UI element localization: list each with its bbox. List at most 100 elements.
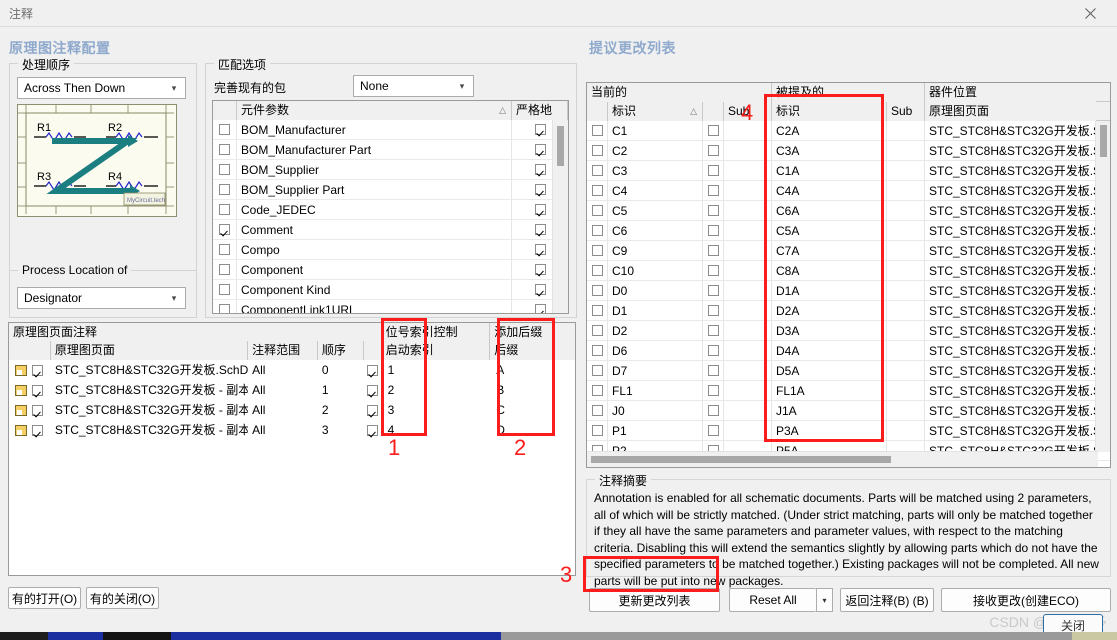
match-param-enable-cell[interactable] xyxy=(213,199,237,220)
change-prop-checkbox[interactable] xyxy=(707,185,719,196)
change-cur-checkbox-cell[interactable] xyxy=(587,361,607,381)
sheet-row[interactable]: STC_STC8H&STC32G开发板 - 副本 (2 All 1 2 B xyxy=(9,380,575,400)
change-cur-checkbox-cell[interactable] xyxy=(587,381,607,401)
change-prop-checkbox-cell[interactable] xyxy=(703,321,723,341)
change-row[interactable]: C6 C5A STC_STC8H&STC32G开发板.Sch xyxy=(587,220,1110,241)
change-prop-checkbox-cell[interactable] xyxy=(703,301,723,321)
match-param-checkbox[interactable] xyxy=(219,244,230,255)
match-grid-scrollbar[interactable] xyxy=(552,120,568,313)
sheet-index-checkbox-cell[interactable] xyxy=(364,380,382,400)
match-param-strict-checkbox[interactable] xyxy=(534,224,546,235)
sheet-index-checkbox[interactable] xyxy=(367,384,379,396)
match-param-checkbox[interactable] xyxy=(219,124,230,135)
match-param-checkbox[interactable] xyxy=(219,184,230,195)
change-prop-check-cell[interactable] xyxy=(703,160,724,181)
match-param-checkbox-cell[interactable] xyxy=(213,200,236,220)
change-row[interactable]: C4 C4A STC_STC8H&STC32G开发板.Sch xyxy=(587,180,1110,201)
change-cur-checkbox-cell[interactable] xyxy=(587,421,607,441)
sheet-index-enable-cell[interactable] xyxy=(364,380,382,400)
close-icon[interactable] xyxy=(1069,2,1111,24)
change-prop-checkbox[interactable] xyxy=(707,145,719,156)
sheet-index-checkbox[interactable] xyxy=(367,404,379,416)
change-cur-check-cell[interactable] xyxy=(587,420,608,441)
change-prop-checkbox-cell[interactable] xyxy=(703,141,723,161)
sheet-hdr-sheet[interactable]: 原理图页面 xyxy=(50,340,249,360)
change-prop-checkbox[interactable] xyxy=(707,225,719,236)
change-cur-checkbox[interactable] xyxy=(591,285,603,296)
refine-packages-combo[interactable]: None ▾ xyxy=(353,75,474,97)
change-cur-checkbox[interactable] xyxy=(591,385,603,396)
chevron-down-icon[interactable]: ▾ xyxy=(816,588,833,612)
sheet-hdr-order[interactable]: 顺序 xyxy=(317,340,364,360)
change-prop-check-cell[interactable] xyxy=(703,300,724,321)
match-param-checkbox[interactable] xyxy=(219,264,230,275)
change-prop-check-cell[interactable] xyxy=(703,200,724,221)
change-cur-checkbox[interactable] xyxy=(591,305,603,316)
change-prop-check-cell[interactable] xyxy=(703,380,724,401)
match-param-row[interactable]: Code_JEDEC xyxy=(213,199,568,220)
match-param-strict-checkbox[interactable] xyxy=(534,184,546,195)
match-param-row[interactable]: BOM_Supplier xyxy=(213,159,568,180)
change-prop-checkbox-cell[interactable] xyxy=(703,181,723,201)
change-cur-checkbox[interactable] xyxy=(591,185,603,196)
change-row[interactable]: C1 C2A STC_STC8H&STC32G开发板.Sch xyxy=(587,120,1110,141)
match-param-strict-checkbox[interactable] xyxy=(534,144,546,155)
match-param-checkbox[interactable] xyxy=(219,204,230,215)
change-cur-checkbox[interactable] xyxy=(591,425,603,436)
change-cur-checkbox-cell[interactable] xyxy=(587,301,607,321)
change-cur-check-cell[interactable] xyxy=(587,360,608,381)
change-prop-check-cell[interactable] xyxy=(703,400,724,421)
match-param-enable-cell[interactable] xyxy=(213,299,237,313)
change-cur-check-cell[interactable] xyxy=(587,120,608,141)
change-prop-checkbox[interactable] xyxy=(707,325,719,336)
match-param-row[interactable]: Comment xyxy=(213,219,568,240)
match-param-checkbox[interactable] xyxy=(219,224,230,235)
match-param-enable-cell[interactable] xyxy=(213,179,237,200)
match-param-checkbox-cell[interactable] xyxy=(213,220,236,240)
change-cur-check-cell[interactable] xyxy=(587,140,608,161)
change-cur-checkbox[interactable] xyxy=(591,245,603,256)
sheet-row-icons[interactable] xyxy=(9,400,51,420)
match-param-strict-checkbox[interactable] xyxy=(534,204,546,215)
change-row[interactable]: C9 C7A STC_STC8H&STC32G开发板.Sch xyxy=(587,240,1110,261)
change-cur-checkbox-cell[interactable] xyxy=(587,261,607,281)
change-prop-checkbox[interactable] xyxy=(707,205,719,216)
change-cur-check-cell[interactable] xyxy=(587,160,608,181)
change-prop-check-cell[interactable] xyxy=(703,240,724,261)
change-prop-checkbox-cell[interactable] xyxy=(703,401,723,421)
change-row[interactable]: FL1 FL1A STC_STC8H&STC32G开发板.Sch xyxy=(587,380,1110,401)
sheet-row-icons[interactable] xyxy=(9,360,51,380)
match-param-strict-checkbox[interactable] xyxy=(534,124,546,135)
match-param-checkbox-cell[interactable] xyxy=(213,280,236,300)
change-cur-checkbox-cell[interactable] xyxy=(587,281,607,301)
change-row[interactable]: P1 P3A STC_STC8H&STC32G开发板.Sch xyxy=(587,420,1110,441)
change-cur-checkbox-cell[interactable] xyxy=(587,161,607,181)
sheet-annotation-grid[interactable]: 原理图页面注释 位号索引控制 添加后缀 原理图页面 注释范围 顺序 启动索引 后… xyxy=(8,322,576,576)
change-row[interactable]: C2 C3A STC_STC8H&STC32G开发板.Sch xyxy=(587,140,1110,161)
sheet-index-checkbox[interactable] xyxy=(367,424,379,436)
change-prop-checkbox-cell[interactable] xyxy=(703,161,723,181)
change-cur-check-cell[interactable] xyxy=(587,180,608,201)
change-prop-check-cell[interactable] xyxy=(703,320,724,341)
change-prop-checkbox-cell[interactable] xyxy=(703,281,723,301)
match-param-row[interactable]: ComponentLink1URL xyxy=(213,299,568,313)
change-hdr-prop-desig[interactable]: 标识 xyxy=(772,101,887,121)
change-cur-check-cell[interactable] xyxy=(587,240,608,261)
change-cur-check-cell[interactable] xyxy=(587,200,608,221)
change-prop-checkbox[interactable] xyxy=(707,265,719,276)
change-row[interactable]: J0 J1A STC_STC8H&STC32G开发板.Sch xyxy=(587,400,1110,421)
change-cur-check-cell[interactable] xyxy=(587,220,608,241)
change-row[interactable]: D7 D5A STC_STC8H&STC32G开发板.Sch xyxy=(587,360,1110,381)
change-cur-check-cell[interactable] xyxy=(587,300,608,321)
change-row[interactable]: D2 D3A STC_STC8H&STC32G开发板.Sch xyxy=(587,320,1110,341)
change-cur-check-cell[interactable] xyxy=(587,320,608,341)
change-cur-checkbox-cell[interactable] xyxy=(587,241,607,261)
match-parameters-grid[interactable]: 元件参数 △ 严格地 BOM_Manufacturer BOM_Manufactu… xyxy=(212,100,569,314)
change-prop-checkbox[interactable] xyxy=(707,125,719,136)
change-cur-checkbox[interactable] xyxy=(591,405,603,416)
scroll-thumb[interactable] xyxy=(1100,125,1107,157)
change-cur-checkbox-cell[interactable] xyxy=(587,221,607,241)
change-cur-check-cell[interactable] xyxy=(587,400,608,421)
change-prop-checkbox-cell[interactable] xyxy=(703,261,723,281)
change-prop-check-cell[interactable] xyxy=(703,140,724,161)
